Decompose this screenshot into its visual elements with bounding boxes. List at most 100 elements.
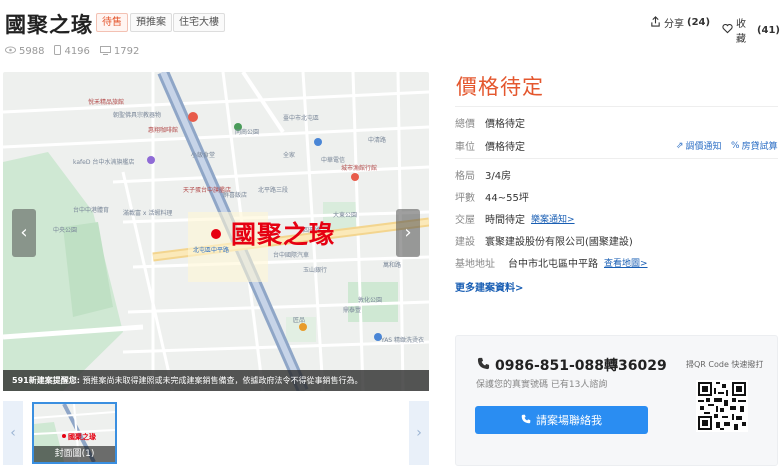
info-key: 格局 <box>455 171 475 182</box>
messages-stat: 1792 <box>99 45 139 58</box>
stats-bar: 5988 4196 1792 <box>5 45 139 58</box>
phone-views-stat: 4196 <box>54 45 90 58</box>
map-place: 匠品 <box>293 317 305 324</box>
chevron-left-icon: ‹ <box>20 222 28 243</box>
map-place: 城市漁館行館 <box>341 164 377 172</box>
map-place: 北屯區中平路 <box>193 246 229 254</box>
info-row-address: 基地地址 台中市北屯區中平路 查看地圖> <box>455 255 648 270</box>
info-row-delivery: 交屋 時間待定 樂案通知> <box>455 211 575 226</box>
share-icon <box>650 15 661 30</box>
map-place: 全家 <box>283 151 295 159</box>
map-place: 中清路 <box>368 136 386 144</box>
info-key: 總價 <box>455 119 475 130</box>
cover-thumbnail[interactable]: 國聚之瑑 封面圖(1) <box>32 402 117 464</box>
info-value: 價格待定 <box>485 142 525 153</box>
info-value: 3/4房 <box>485 171 512 182</box>
map-place: 鼎泰豐 <box>343 306 361 314</box>
map-place: 大東公園 <box>333 211 357 219</box>
phone-views-count: 4196 <box>64 46 90 57</box>
map-place: 滿載富 x 活蝦料理 <box>123 209 172 217</box>
price-alert-link[interactable]: ⇗ 調價通知 <box>676 139 722 153</box>
info-key: 坪數 <box>455 193 475 204</box>
delivery-notify-link[interactable]: 樂案通知> <box>531 212 575 225</box>
map-place: 中央公園 <box>53 226 77 234</box>
request-callback-button[interactable]: 請案場聯絡我 <box>475 406 648 434</box>
type-badge-residential: 住宅大樓 <box>173 13 225 32</box>
info-row-total: 總價 價格待定 <box>455 115 525 130</box>
qr-code[interactable] <box>696 380 748 432</box>
info-row-area: 坪數 44~55坪 <box>455 189 529 204</box>
map-place: 悅禾精品旅館 <box>88 98 124 106</box>
type-badge-presale: 預推案 <box>130 13 172 32</box>
chevron-right-icon: › <box>404 222 412 243</box>
info-value: 時間待定 <box>485 215 525 226</box>
thumb-prev-button[interactable]: ‹ <box>3 401 23 465</box>
info-key: 交屋 <box>455 215 475 226</box>
favorite-button[interactable]: 收藏 (41) <box>722 15 780 45</box>
thumb-next-button[interactable]: › <box>409 401 429 465</box>
map-place: 小飯食堂 <box>191 151 215 159</box>
info-row-layout: 格局 3/4房 <box>455 167 511 182</box>
map-place: 同崗公園 <box>235 129 259 136</box>
calculator-icon: % <box>731 140 740 151</box>
more-info-link[interactable]: 更多建案資料> <box>455 279 523 294</box>
info-row-builder: 建設 寰聚建設股份有限公司(國聚建設) <box>455 233 633 248</box>
price-heading: 價格待定 <box>456 75 544 99</box>
info-key: 基地地址 <box>455 259 495 270</box>
map-place: 中華電信 <box>321 156 345 164</box>
favorite-label: 收藏 <box>736 19 746 45</box>
map-place: 朝聖佛具宗教器物 <box>113 111 161 119</box>
heart-icon <box>722 23 733 37</box>
request-callback-label: 請案場聯絡我 <box>536 414 602 427</box>
info-value: 價格待定 <box>485 119 525 130</box>
share-label: 分享 <box>664 19 684 30</box>
chevron-left-icon: ‹ <box>10 425 16 441</box>
divider <box>455 106 778 107</box>
phone-privacy-note: 保護您的真實號碼 已有13人諮詢 <box>476 380 608 390</box>
prev-image-button[interactable]: ‹ <box>12 209 36 257</box>
location-map[interactable]: 悅禾精品旅館 朝聖佛具宗教器物 臺中市北屯區 惠翔咖啡館 同崗公園 北平路三段 … <box>3 72 429 391</box>
map-place: 北平路三段 <box>258 186 288 194</box>
map-place: kafeD 台中水湳旗艦店 <box>73 158 134 166</box>
phone-number: 0986-851-088轉36029 <box>477 355 667 375</box>
status-badge: 待售 <box>96 13 128 32</box>
chart-icon: ⇗ <box>676 140 684 151</box>
thumb-marker-icon <box>62 434 66 438</box>
map-place: 玉山銀行 <box>303 266 327 274</box>
qr-title: 掃QR Code 快速撥打 <box>686 360 764 369</box>
project-map-label: 國聚之瑑 <box>231 220 336 249</box>
presale-notice: 591新建案提醒您: 預推案尚未取得建照或未完成建案銷售備查，依據政府法令不得從… <box>3 370 429 391</box>
monitor-icon <box>99 45 111 58</box>
info-value: 台中市北屯區中平路 <box>508 259 598 270</box>
map-place: 台中中港體育 <box>73 206 109 214</box>
favorite-count: (41) <box>756 24 780 36</box>
info-value: 44~55坪 <box>485 193 529 204</box>
eye-icon <box>5 46 16 57</box>
price-alert-label: 調價通知 <box>685 142 722 152</box>
map-place: 萬和路 <box>383 261 401 269</box>
info-key: 建設 <box>455 237 475 248</box>
map-place: 敦化公園 <box>358 296 382 304</box>
phone-icon <box>521 414 531 427</box>
mortgage-label: 房貸試算 <box>741 142 778 152</box>
map-place: 台中國際汽車 <box>273 251 309 259</box>
notice-text: 預推案尚未取得建照或未完成建案銷售備查，依據政府法令不得從事銷售行為。 <box>79 376 363 385</box>
mortgage-link[interactable]: % 房貸試算 <box>731 139 778 153</box>
phone-icon <box>54 45 62 58</box>
next-image-button[interactable]: › <box>396 209 420 257</box>
view-map-link[interactable]: 查看地圖> <box>604 256 648 269</box>
views-stat: 5988 <box>5 45 44 58</box>
map-place: 鮮喜飯店 <box>223 191 247 199</box>
share-button[interactable]: 分享 (24) <box>650 15 710 30</box>
page-title: 國聚之瑑 <box>5 13 93 37</box>
divider <box>455 158 778 159</box>
views-count: 5988 <box>19 46 45 57</box>
map-place: 臺中市北屯區 <box>283 114 319 122</box>
phone-icon <box>477 357 490 374</box>
info-key: 車位 <box>455 142 475 153</box>
chevron-right-icon: › <box>416 425 422 441</box>
thumb-project-label: 國聚之瑑 <box>68 433 96 441</box>
info-value: 寰聚建設股份有限公司(國聚建設) <box>485 237 633 248</box>
map-place: 惠翔咖啡館 <box>148 126 178 134</box>
info-row-parking: 車位 價格待定 <box>455 138 525 153</box>
